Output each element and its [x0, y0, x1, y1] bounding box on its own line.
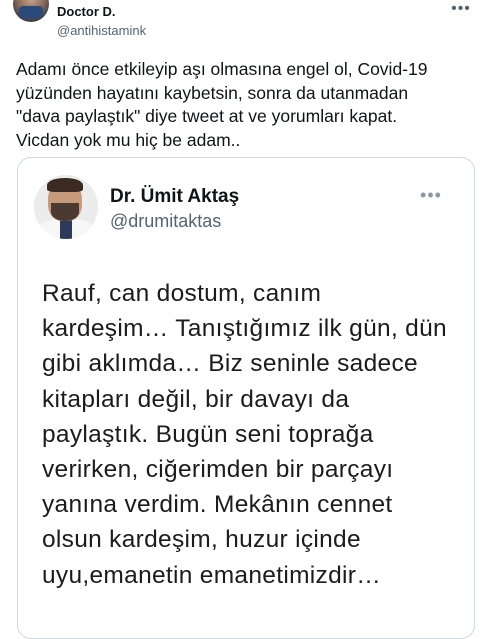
quoted-text-line: yanına verdim. Mekânın cennet — [42, 491, 393, 519]
quoted-author-name[interactable]: Dr. Ümit Aktaş — [110, 186, 239, 208]
quoted-text-line: gibi aklımda… Biz seninle sadece — [42, 350, 418, 378]
tweet-text-line: Vicdan yok mu hiç be adam.. — [16, 129, 241, 150]
quoted-text-line: verirken, ciğerimden bir parçayı — [42, 456, 394, 484]
tweet-text-line: Adamı önce etkileyip aşı olmasına engel … — [16, 59, 428, 79]
author-name[interactable]: Doctor D. — [57, 4, 116, 19]
quoted-author-handle[interactable]: @drumitaktas — [110, 211, 221, 232]
quoted-author-avatar[interactable] — [34, 175, 98, 239]
author-avatar[interactable] — [13, 0, 49, 22]
tweet-text-line: "dava paylaştık" diye tweet at ve yoruml… — [16, 106, 398, 126]
quoted-text-line: kardeşim… Tanıştığımız ilk gün, dün — [42, 315, 447, 343]
quoted-tweet-card[interactable]: Dr. Ümit Aktaş @drumitaktas ••• Rauf, ca… — [17, 157, 475, 639]
quoted-more-options-icon[interactable]: ••• — [414, 186, 448, 208]
quoted-tweet-text: Rauf, can dostum, canım kardeşim… Tanışt… — [42, 276, 462, 593]
more-options-icon[interactable]: ••• — [446, 1, 476, 22]
tweet-text: Adamı önce etkileyip aşı olmasına engel … — [16, 58, 484, 152]
quoted-text-line: uyu,emanetin emanetimizdir… — [42, 561, 381, 589]
tweet-text-line: yüzünden hayatını kaybetsin, sonra da ut… — [16, 82, 409, 103]
avatar-badge — [19, 6, 43, 18]
author-handle[interactable]: @antihistamink — [57, 23, 146, 38]
quoted-text-line: kitapları değil, bir davayı da — [42, 385, 350, 413]
quoted-text-line: olsun kardeşim, huzur içinde — [42, 526, 361, 554]
quoted-text-line: Rauf, can dostum, canım — [42, 280, 322, 307]
tweet: Doctor D. @antihistamink ••• Adamı önce … — [0, 0, 492, 639]
quoted-text-line: paylaştık. Bugün seni toprağa — [42, 420, 374, 448]
